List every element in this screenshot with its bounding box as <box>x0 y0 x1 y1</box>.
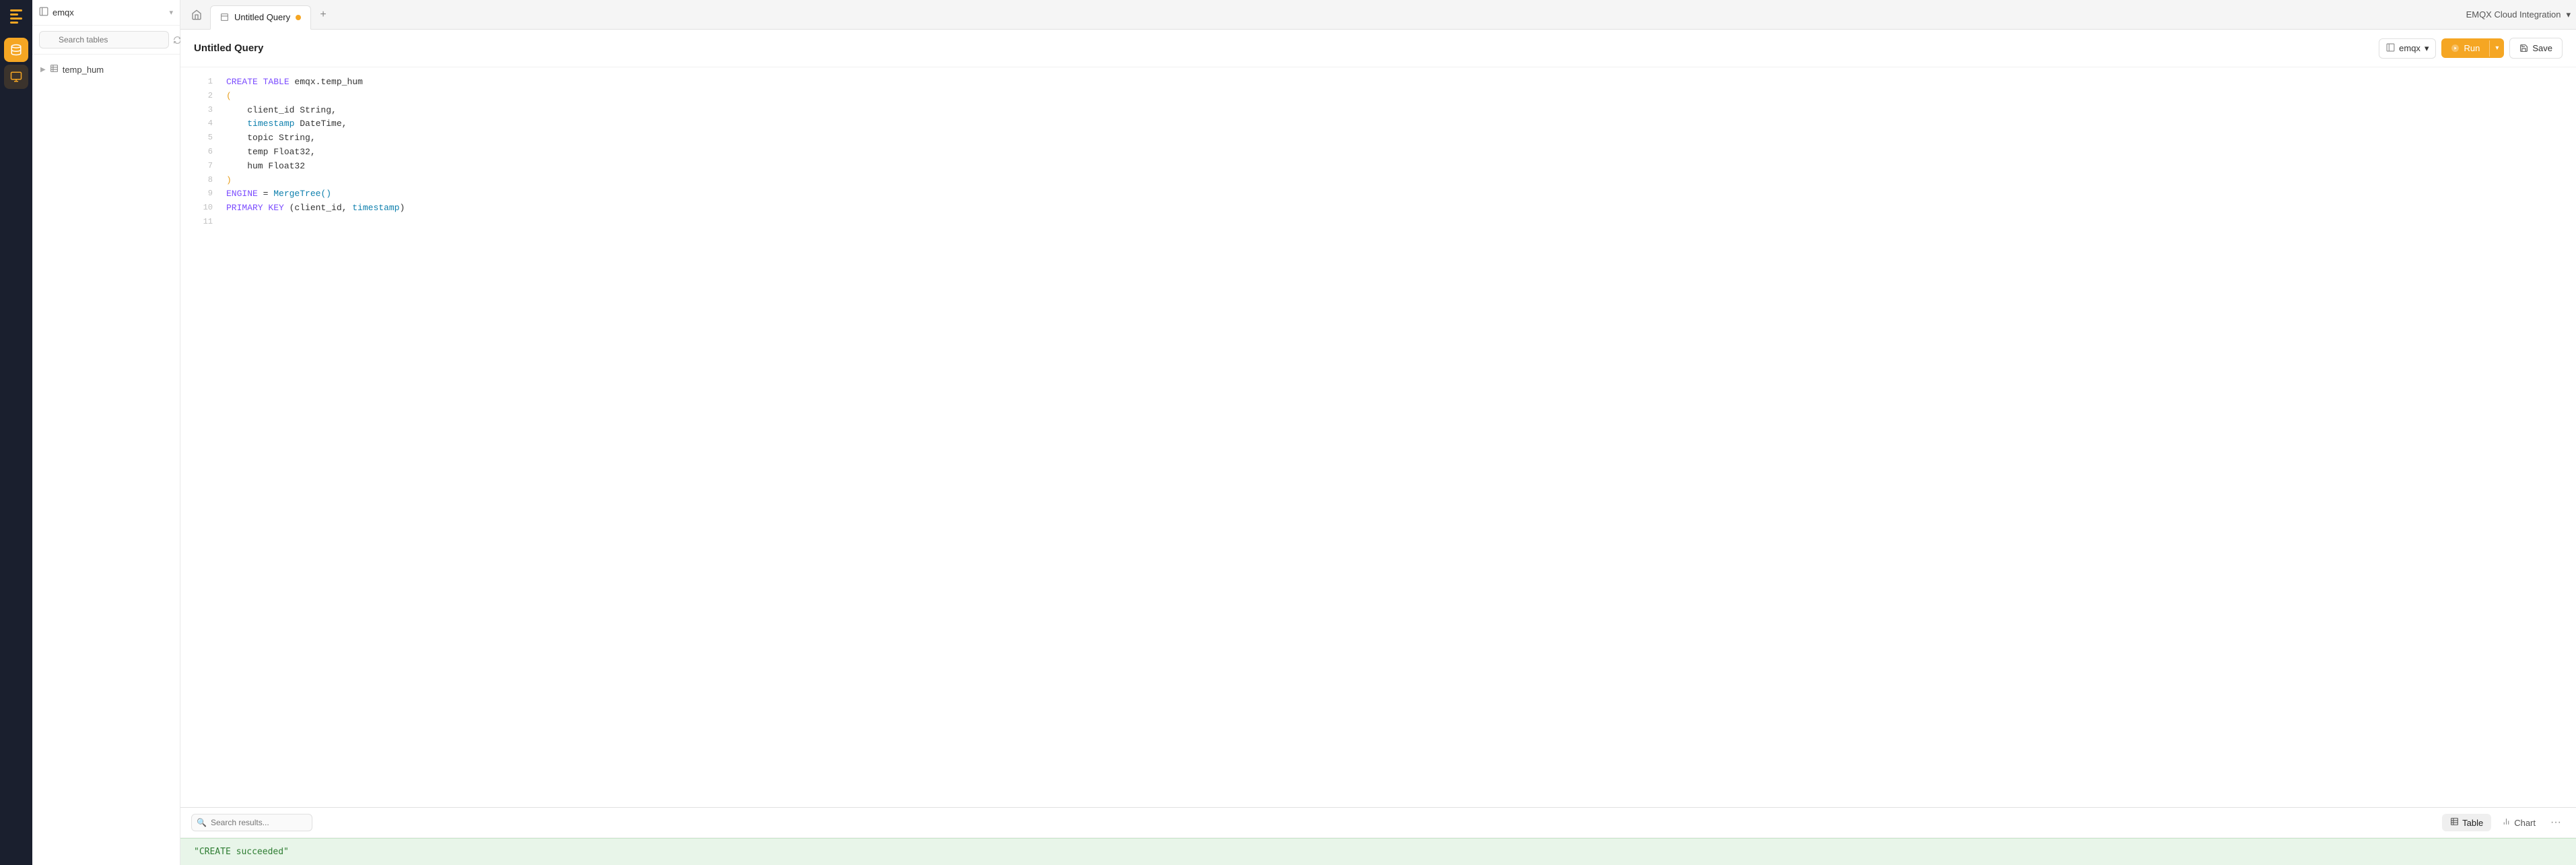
code-content: topic String, <box>226 131 2563 146</box>
db-selector-chevron: ▾ <box>169 8 173 17</box>
icon-bar-nav <box>0 38 32 89</box>
run-button[interactable]: Run ▾ <box>2441 38 2504 58</box>
code-content: ) <box>226 174 2563 188</box>
code-content <box>226 216 2563 230</box>
line-number: 10 <box>194 201 213 214</box>
line-number: 9 <box>194 187 213 200</box>
tab-modified-dot <box>296 15 301 20</box>
results-search-input[interactable] <box>191 814 312 831</box>
chart-tab-label: Chart <box>2514 818 2536 828</box>
main-area: Untitled Query + EMQX Cloud Integration … <box>180 0 2576 865</box>
run-label: Run <box>2464 43 2480 53</box>
line-number: 3 <box>194 104 213 117</box>
code-content: temp Float32, <box>226 146 2563 160</box>
tab-label: Untitled Query <box>234 12 290 22</box>
results-area: 🔍 Table <box>180 807 2576 865</box>
query-db-chevron: ▾ <box>2425 43 2429 54</box>
save-button[interactable]: Save <box>2509 38 2563 59</box>
line-number: 6 <box>194 146 213 158</box>
line-number: 5 <box>194 131 213 144</box>
code-line-9: 9 ENGINE = MergeTree() <box>180 187 2576 201</box>
table-view-tab[interactable]: Table <box>2442 814 2491 831</box>
run-dropdown-button[interactable]: ▾ <box>2490 40 2504 57</box>
query-db-icon <box>2386 43 2395 54</box>
code-content: ( <box>226 90 2563 104</box>
query-db-selector[interactable]: emqx ▾ <box>2379 38 2436 59</box>
code-line-3: 3 client_id String, <box>180 104 2576 118</box>
line-number: 8 <box>194 174 213 187</box>
db-name-selector[interactable]: emqx ▾ <box>39 7 173 18</box>
query-actions: emqx ▾ Run ▾ <box>2379 38 2563 59</box>
results-more-button[interactable]: ··· <box>2546 813 2565 832</box>
success-message: "CREATE succeeded" <box>180 838 2576 865</box>
code-content: ENGINE = MergeTree() <box>226 187 2563 201</box>
code-line-1: 1 CREATE TABLE emqx.temp_hum <box>180 75 2576 90</box>
db-icon <box>39 7 48 18</box>
code-line-4: 4 timestamp DateTime, <box>180 117 2576 131</box>
code-content: CREATE TABLE emqx.temp_hum <box>226 75 2563 90</box>
code-line-10: 10 PRIMARY KEY (client_id, timestamp) <box>180 201 2576 216</box>
code-line-8: 8 ) <box>180 174 2576 188</box>
search-bar-wrap: 🔍 <box>32 26 180 55</box>
search-tables-input[interactable] <box>39 31 169 49</box>
query-title: Untitled Query <box>194 42 2379 54</box>
code-content: hum Float32 <box>226 160 2563 174</box>
app-title-area[interactable]: EMQX Cloud Integration ▾ <box>2466 9 2571 20</box>
results-search-wrap: 🔍 <box>191 814 312 831</box>
line-number: 11 <box>194 216 213 228</box>
db-name-label: emqx <box>53 7 74 18</box>
line-number: 7 <box>194 160 213 172</box>
app-title: EMQX Cloud Integration <box>2466 9 2561 20</box>
save-label: Save <box>2532 43 2552 53</box>
table-name-label: temp_hum <box>63 65 104 75</box>
results-toolbar: 🔍 Table <box>180 808 2576 838</box>
query-header: Untitled Query emqx ▾ <box>180 30 2576 67</box>
code-content: timestamp DateTime, <box>226 117 2563 131</box>
code-line-7: 7 hum Float32 <box>180 160 2576 174</box>
new-tab-button[interactable]: + <box>314 5 333 24</box>
code-line-6: 6 temp Float32, <box>180 146 2576 160</box>
icon-bar <box>0 0 32 865</box>
db-sidebar-header: emqx ▾ <box>32 0 180 26</box>
code-content: client_id String, <box>226 104 2563 118</box>
table-icon <box>50 64 59 75</box>
code-line-5: 5 topic String, <box>180 131 2576 146</box>
results-view-tabs: Table Chart ··· <box>2442 813 2565 832</box>
code-content: PRIMARY KEY (client_id, timestamp) <box>226 201 2563 216</box>
top-bar: Untitled Query + EMQX Cloud Integration … <box>180 0 2576 30</box>
list-item[interactable]: ▶ temp_hum <box>32 60 180 79</box>
nav-database-icon[interactable] <box>4 38 28 62</box>
table-tab-icon <box>2450 817 2459 828</box>
line-number: 4 <box>194 117 213 130</box>
nav-message-icon[interactable] <box>4 65 28 89</box>
line-number: 1 <box>194 75 213 88</box>
row-expand-icon: ▶ <box>40 66 46 73</box>
code-line-2: 2 ( <box>180 90 2576 104</box>
query-db-name: emqx <box>2399 43 2420 53</box>
app-title-chevron: ▾ <box>2566 9 2571 20</box>
table-tab-label: Table <box>2462 818 2483 828</box>
table-search-wrap: 🔍 <box>39 31 169 49</box>
code-editor[interactable]: 1 CREATE TABLE emqx.temp_hum 2 ( 3 clien… <box>180 67 2576 807</box>
chart-tab-icon <box>2502 817 2511 828</box>
db-sidebar: emqx ▾ 🔍 ▶ <box>32 0 180 865</box>
app-logo <box>5 5 27 27</box>
line-number: 2 <box>194 90 213 102</box>
chart-view-tab[interactable]: Chart <box>2494 814 2544 831</box>
home-button[interactable] <box>186 4 207 26</box>
query-area: Untitled Query emqx ▾ <box>180 30 2576 865</box>
run-button-main[interactable]: Run <box>2441 38 2489 58</box>
code-line-11: 11 <box>180 216 2576 230</box>
query-tab[interactable]: Untitled Query <box>210 5 311 30</box>
table-list: ▶ temp_hum <box>32 55 180 865</box>
